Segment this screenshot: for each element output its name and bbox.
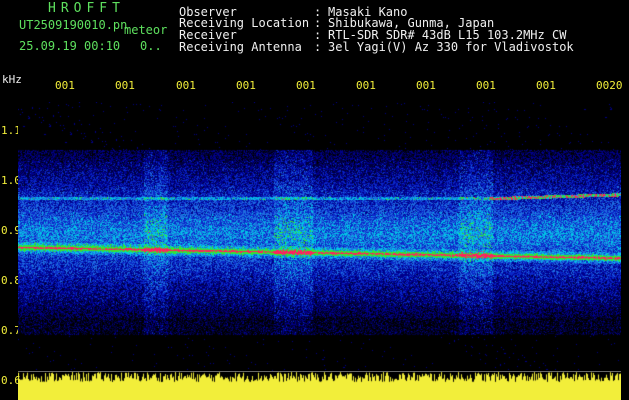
time-tick: 001 (356, 79, 376, 92)
datetime-label: 25.09.19 00:10 (19, 39, 121, 53)
time-tick: 001 (176, 79, 196, 92)
time-tick: 0020 (596, 79, 623, 92)
app-title: HROFFT (48, 1, 125, 16)
antenna-label: Receiving Antenna (179, 40, 302, 54)
counter-label: 0.. (140, 39, 162, 53)
time-tick: 001 (115, 79, 135, 92)
time-tick: 001 (536, 79, 556, 92)
mode-label: meteor (124, 23, 168, 37)
unit-label: kHz (2, 73, 22, 86)
time-tick: 001 (296, 79, 316, 92)
antenna-value: 3el Yagi(V) Az 330 for Vladivostok (328, 40, 574, 54)
spectrogram-waterfall[interactable] (18, 102, 621, 372)
time-tick: 001 (55, 79, 75, 92)
time-tick: 001 (476, 79, 496, 92)
header-panel: HROFFT UT2509190010.pn meteor 25.09.19 0… (0, 0, 629, 75)
time-tick: 001 (236, 79, 256, 92)
time-tick: 001 (416, 79, 436, 92)
antenna-colon: : (314, 40, 322, 54)
filename-label: UT2509190010.pn (19, 18, 128, 32)
amplitude-trace (18, 370, 621, 400)
